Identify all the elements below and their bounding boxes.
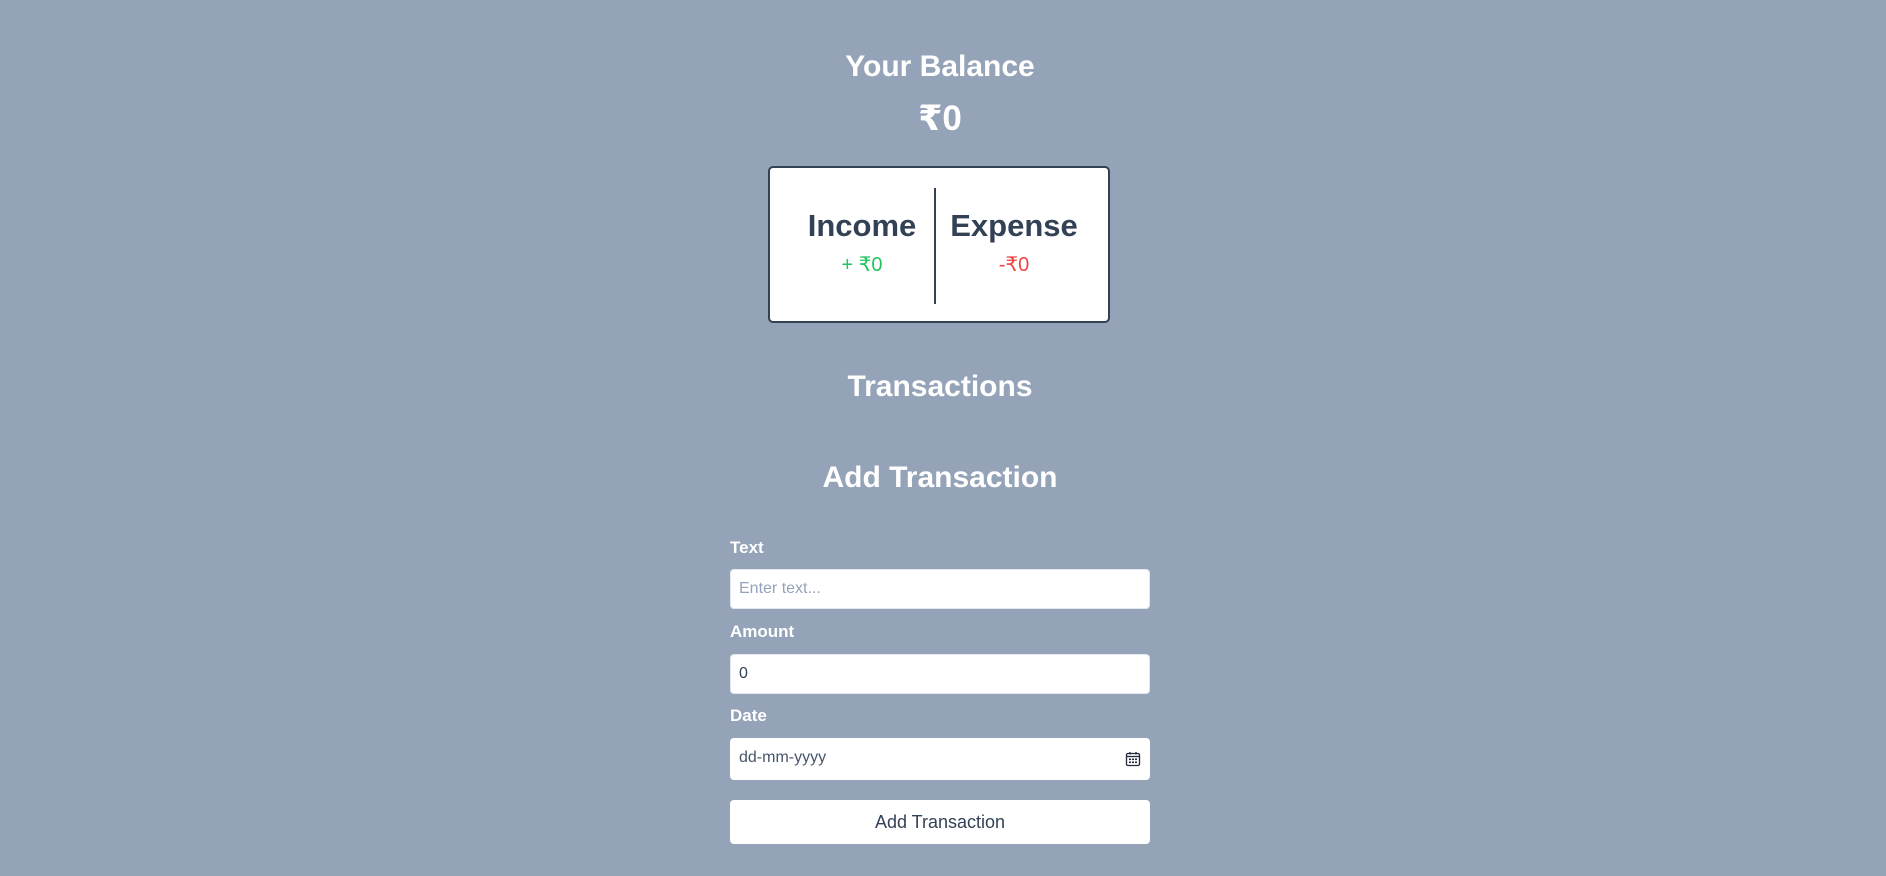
income-value: + ₹0: [841, 254, 883, 276]
transactions-title: Transactions: [847, 370, 1033, 403]
income-label: Income: [807, 208, 917, 243]
expense-label: Expense: [950, 208, 1078, 243]
text-input[interactable]: [730, 569, 1150, 609]
calendar-icon[interactable]: [1125, 751, 1141, 767]
income-section: Income + ₹0: [782, 208, 942, 277]
add-transaction-title: Add Transaction: [822, 461, 1058, 494]
amount-input[interactable]: [730, 654, 1150, 694]
text-label: Text: [730, 538, 764, 557]
expense-section: Expense -₹0: [934, 208, 1094, 277]
income-expense-card: Income + ₹0 Expense -₹0: [768, 166, 1110, 323]
date-input[interactable]: dd-mm-yyyy: [730, 738, 1150, 780]
balance-title: Your Balance: [845, 50, 1035, 83]
amount-label: Amount: [730, 622, 795, 641]
date-label: Date: [730, 706, 767, 725]
expense-value: -₹0: [998, 254, 1030, 276]
date-placeholder: dd-mm-yyyy: [739, 749, 827, 766]
add-transaction-button[interactable]: Add Transaction: [730, 800, 1150, 844]
balance-amount: ₹0: [918, 99, 962, 138]
